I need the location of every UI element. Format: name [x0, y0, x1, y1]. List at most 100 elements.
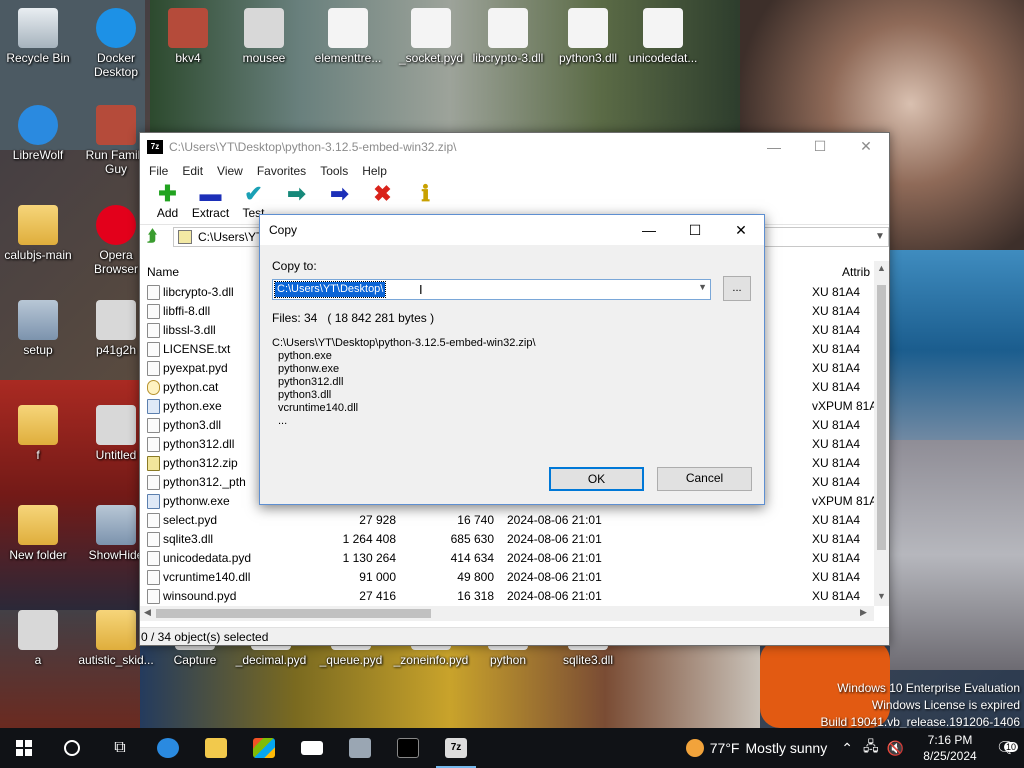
file-packed-size: 16 318 [457, 589, 494, 603]
desktop-icon[interactable]: _socket.pyd [393, 8, 469, 65]
weather-widget[interactable]: 77°F Mostly sunny [685, 739, 828, 757]
destination-text[interactable]: C:\Users\YT\Desktop\ [273, 281, 387, 298]
menu-view[interactable]: View [210, 164, 250, 178]
desktop-icon[interactable]: python3.dll [550, 8, 626, 65]
desktop-icon[interactable]: New folder [0, 505, 76, 562]
weather-text: Mostly sunny [745, 740, 828, 756]
maximize-button[interactable]: ☐ [797, 133, 843, 160]
dialog-minimize-button[interactable]: — [626, 215, 672, 245]
text-cursor-icon: I [419, 282, 423, 297]
file-attributes: XU 81A4 [812, 475, 861, 489]
menu-file[interactable]: File [142, 164, 175, 178]
desktop-icon[interactable]: bkv4 [150, 8, 226, 65]
notification-button[interactable]: 🗨 10 [988, 738, 1024, 758]
chevron-down-icon[interactable]: ▼ [698, 282, 707, 292]
destination-combobox[interactable]: C:\Users\YT\Desktop\ I ▼ [272, 279, 711, 300]
store-icon [253, 738, 275, 758]
start-button[interactable] [0, 728, 48, 768]
taskbar-librewolf[interactable] [144, 728, 192, 768]
minimize-button[interactable]: — [751, 133, 797, 160]
taskbar-7zip[interactable]: 7z [432, 728, 480, 768]
menu-favorites[interactable]: Favorites [250, 164, 313, 178]
horizontal-scroll-thumb[interactable] [156, 609, 431, 618]
menu-tools[interactable]: Tools [313, 164, 355, 178]
scroll-right-icon[interactable]: ▶ [860, 607, 867, 618]
taskbar-file-explorer[interactable] [192, 728, 240, 768]
desktop-icon[interactable]: mousee [226, 8, 302, 65]
ok-button[interactable]: OK [549, 467, 644, 491]
table-row[interactable]: select.pyd 27 928 16 740 2024-08-06 21:01 XU… [140, 511, 874, 530]
desktop-icon[interactable]: LibreWolf [0, 105, 76, 162]
toolbar-button-add[interactable]: ✚ Add [146, 182, 189, 221]
copy-dialog-titlebar[interactable]: Copy — ☐ ✕ [260, 215, 764, 245]
7zip-icon: 7z [445, 738, 467, 758]
dll-file-icon [147, 570, 160, 585]
chevron-up-icon[interactable]: ⌃ [841, 740, 853, 757]
file-attributes: XU 81A4 [812, 361, 861, 375]
close-button[interactable]: ✕ [843, 133, 889, 160]
toolbar-button-info[interactable]: ℹ [404, 182, 447, 206]
table-row[interactable]: unicodedata.pyd 1 130 264 414 634 2024-08-0… [140, 549, 874, 568]
file-name: python312.dll [163, 437, 235, 451]
horizontal-scrollbar[interactable]: ◀ ▶ [140, 606, 874, 621]
scroll-left-icon[interactable]: ◀ [144, 607, 151, 618]
file-packed-size: 16 740 [457, 513, 494, 527]
toolbar-button-delete[interactable]: ✖ [361, 182, 404, 206]
cancel-button[interactable]: Cancel [657, 467, 752, 491]
desktop-icon[interactable]: setup [0, 300, 76, 357]
search-button[interactable] [48, 728, 96, 768]
table-row[interactable]: vcruntime140.dll 91 000 49 800 2024-08-06 2… [140, 568, 874, 587]
desktop-icon-label: _decimal.pyd [235, 653, 307, 667]
taskbar-mail[interactable] [288, 728, 336, 768]
file-name: libffi-8.dll [163, 304, 211, 318]
desktop-icon[interactable]: unicodedat... [625, 8, 701, 65]
taskbar-remote-desktop[interactable] [336, 728, 384, 768]
desktop-icon[interactable]: elementtre... [310, 8, 386, 65]
vertical-scrollbar[interactable]: ▲ ▼ [874, 261, 889, 606]
desktop-icon[interactable]: a [0, 610, 76, 667]
file-attributes: XU 81A4 [812, 380, 861, 394]
table-row[interactable]: sqlite3.dll 1 264 408 685 630 2024-08-06 21… [140, 530, 874, 549]
network-icon[interactable]: 🖧 [863, 736, 879, 760]
file-attributes: XU 81A4 [812, 418, 861, 432]
desktop-icon-label: setup [23, 343, 53, 357]
extract-icon: ▬ [199, 181, 222, 206]
column-attributes[interactable]: Attrib [842, 265, 870, 279]
toolbar-button-copy[interactable]: ➡ [275, 182, 318, 206]
copy-icon: ➡ [287, 181, 306, 206]
desktop-icon[interactable]: f [0, 405, 76, 462]
dialog-maximize-button[interactable]: ☐ [672, 215, 718, 245]
zip-folder-icon [178, 229, 192, 244]
menu-edit[interactable]: Edit [175, 164, 210, 178]
up-folder-icon[interactable]: ⮭ [143, 228, 161, 246]
table-row[interactable]: winsound.pyd 27 416 16 318 2024-08-06 21:01… [140, 587, 874, 606]
file-attributes: XU 81A4 [812, 285, 861, 299]
dialog-close-button[interactable]: ✕ [718, 215, 764, 245]
volume-icon[interactable]: 🔇 [887, 740, 904, 757]
desktop-icon[interactable]: Docker Desktop [78, 8, 154, 79]
activation-watermark: Windows 10 Enterprise Evaluation Windows… [821, 680, 1021, 731]
scroll-down-icon[interactable]: ▼ [874, 591, 889, 601]
browse-button[interactable]: ... [723, 276, 751, 301]
file-name: libcrypto-3.dll [163, 285, 234, 299]
toolbar-button-extract[interactable]: ▬ Extract [189, 181, 232, 221]
vertical-scroll-thumb[interactable] [877, 285, 886, 550]
desktop-icon[interactable]: calubjs-main [0, 205, 76, 262]
desktop-icon[interactable]: Recycle Bin [0, 8, 76, 65]
chevron-down-icon[interactable]: ▼ [872, 231, 888, 242]
taskbar-terminal[interactable] [384, 728, 432, 768]
task-view-button[interactable]: ⧉ [96, 728, 144, 768]
file-name: pyexpat.pyd [163, 361, 228, 375]
desktop-icon[interactable]: libcrypto-3.dll [470, 8, 546, 65]
scroll-up-icon[interactable]: ▲ [874, 263, 889, 273]
file-attributes: XU 81A4 [812, 570, 861, 584]
menu-help[interactable]: Help [355, 164, 394, 178]
game-icon [96, 105, 136, 145]
taskbar-store[interactable] [240, 728, 288, 768]
7zip-titlebar[interactable]: 7z C:\Users\YT\Desktop\python-3.12.5-emb… [140, 133, 889, 160]
clock[interactable]: 7:16 PM 8/25/2024 [912, 732, 988, 764]
dll-file-icon [147, 323, 160, 338]
toolbar-button-move[interactable]: ➡ [318, 182, 361, 206]
folder-icon [205, 738, 227, 758]
desktop-icon-label: calubjs-main [4, 248, 72, 262]
